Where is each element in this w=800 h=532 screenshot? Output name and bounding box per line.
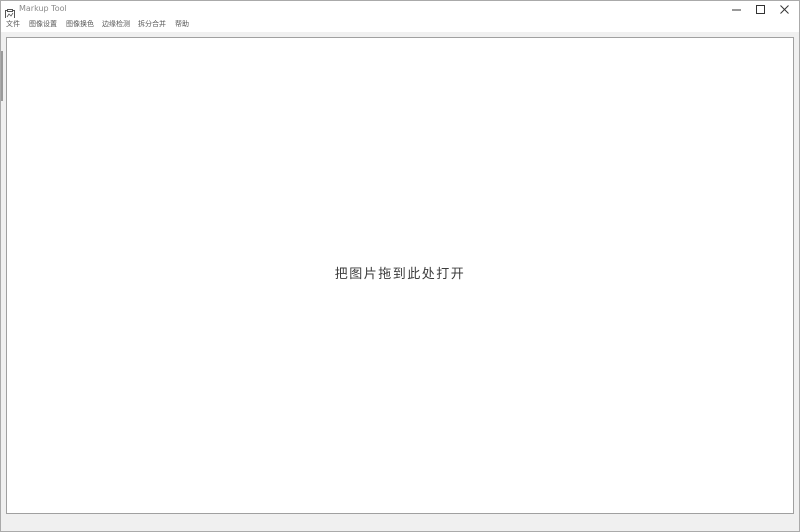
close-icon [780, 5, 789, 14]
menu-image-recolor[interactable]: 图像换色 [66, 20, 94, 29]
app-icon [5, 4, 15, 19]
menu-file[interactable]: 文件 [6, 20, 20, 29]
menu-image-settings[interactable]: 图像设置 [29, 20, 57, 29]
drop-hint-text: 把图片拖到此处打开 [334, 267, 466, 282]
window-edge-marker [1, 51, 3, 101]
window-title: Markup Tool [19, 4, 67, 13]
maximize-icon [756, 5, 765, 14]
app-window: Markup Tool 文件 图像设置 图像换色 边缘检测 拆分合并 帮助 把图… [0, 0, 800, 532]
menu-help[interactable]: 帮助 [175, 20, 189, 29]
menu-split-merge[interactable]: 拆分合并 [138, 20, 166, 29]
menu-bar: 文件 图像设置 图像换色 边缘检测 拆分合并 帮助 [1, 18, 799, 32]
title-bar[interactable]: Markup Tool [1, 1, 799, 19]
minimize-icon [732, 9, 741, 11]
image-drop-area[interactable]: 把图片拖到此处打开 [6, 37, 794, 514]
menu-edge-detection[interactable]: 边缘检测 [102, 20, 130, 29]
close-button[interactable] [771, 1, 799, 18]
